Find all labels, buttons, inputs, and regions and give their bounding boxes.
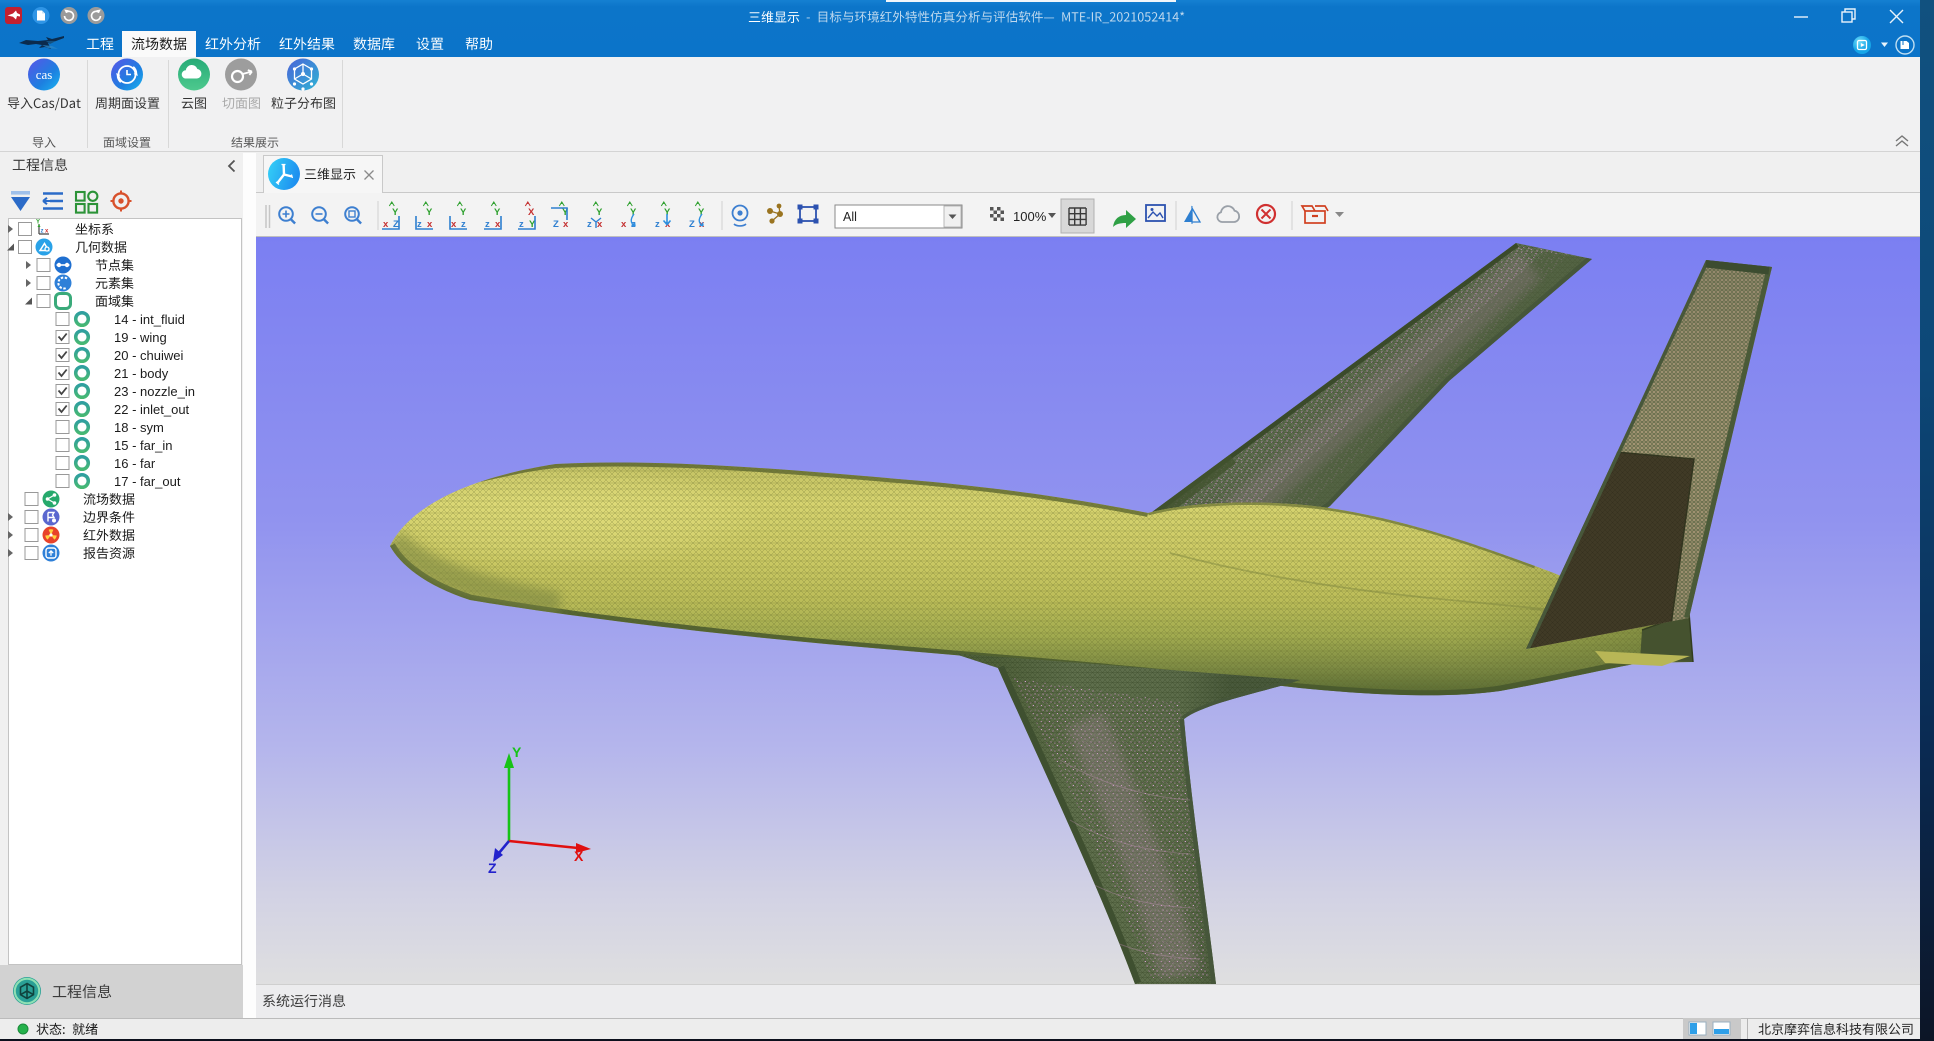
svg-text:Y: Y [392,207,399,218]
svg-text:100%: 100% [1013,209,1047,224]
svg-text:Y: Y [460,207,467,218]
svg-text:x: x [563,219,569,230]
svg-text:x: x [621,219,627,230]
svg-text:z: z [587,219,592,230]
svg-text:Z: Z [689,219,695,230]
svg-text:Y: Y [630,207,637,218]
svg-text:Y: Y [426,207,433,218]
svg-text:z: z [655,219,660,230]
svg-text:Z: Z [488,860,497,876]
svg-text:Y: Y [512,744,522,760]
svg-text:cas: cas [36,67,53,82]
svg-text:z: z [41,229,44,235]
svg-text:Y: Y [36,220,40,226]
svg-text:Y: Y [494,207,501,218]
svg-text:X: X [574,848,584,864]
svg-text:Y: Y [698,207,705,218]
svg-text:X: X [528,207,535,218]
svg-text:Z: Z [553,219,559,230]
svg-text:Y: Y [596,207,603,218]
svg-text:All: All [843,210,857,224]
